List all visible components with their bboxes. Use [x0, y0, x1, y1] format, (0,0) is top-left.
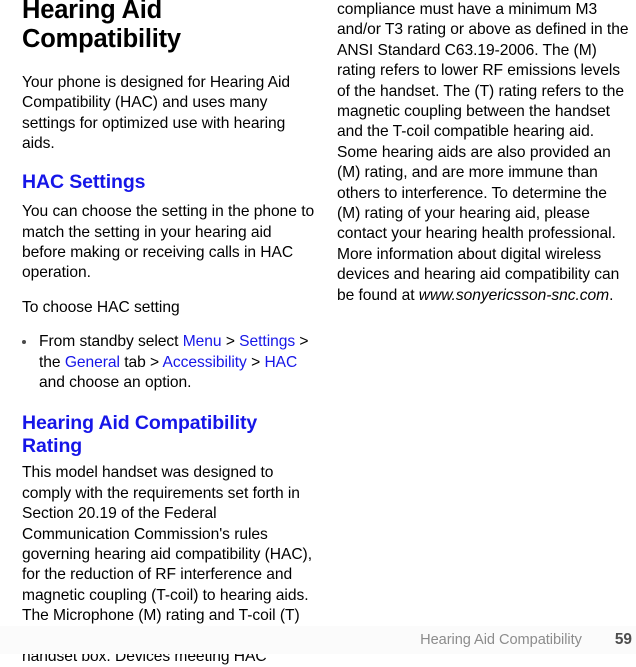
- continuation-text: compliance must have a minimum M3 and/or…: [337, 1, 629, 304]
- hac-rating-continuation: compliance must have a minimum M3 and/or…: [337, 0, 634, 306]
- menu-path-link-hac[interactable]: HAC: [264, 354, 297, 371]
- document-page: Hearing Aid Compatibility Your phone is …: [0, 0, 636, 665]
- left-column: Hearing Aid Compatibility Your phone is …: [0, 0, 330, 667]
- footer-page-number: 59: [614, 631, 632, 648]
- menu-path-link-menu[interactable]: Menu: [183, 333, 222, 350]
- website-url[interactable]: www.sonyericsson-snc.com: [419, 287, 609, 304]
- bullet-dot-icon: [22, 340, 26, 345]
- heading-hac-rating: Hearing Aid Compatibility Rating: [22, 412, 258, 457]
- footer-section-title: Hearing Aid Compatibility: [420, 632, 582, 648]
- page-title: Hearing Aid Compatibility: [22, 0, 181, 53]
- menu-path-link-settings[interactable]: Settings: [239, 333, 295, 350]
- menu-path-link-accessibility[interactable]: Accessibility: [163, 354, 247, 371]
- two-column-body: Hearing Aid Compatibility Your phone is …: [0, 0, 636, 665]
- heading-hac-settings: HAC Settings: [22, 170, 146, 193]
- bullet-text-tail: and choose an option.: [39, 373, 192, 391]
- list-item: From standby select Menu > Settings > th…: [22, 332, 318, 393]
- bullet-text-lead: From standby select: [39, 333, 183, 351]
- path-separator-3: tab >: [119, 353, 163, 371]
- menu-path-link-general[interactable]: General: [65, 354, 120, 371]
- page-footer: Hearing Aid Compatibility 59: [0, 626, 636, 654]
- instruction-list: From standby select Menu > Settings > th…: [22, 332, 318, 393]
- right-column: compliance must have a minimum M3 and/or…: [330, 0, 636, 306]
- hac-settings-subheading: To choose HAC setting: [22, 298, 180, 316]
- intro-paragraph: Your phone is designed for Hearing Aid C…: [22, 74, 291, 153]
- path-separator-1: >: [221, 333, 240, 351]
- path-separator-4: >: [246, 353, 265, 371]
- continuation-period: .: [609, 286, 614, 304]
- hac-settings-paragraph: You can choose the setting in the phone …: [22, 203, 315, 282]
